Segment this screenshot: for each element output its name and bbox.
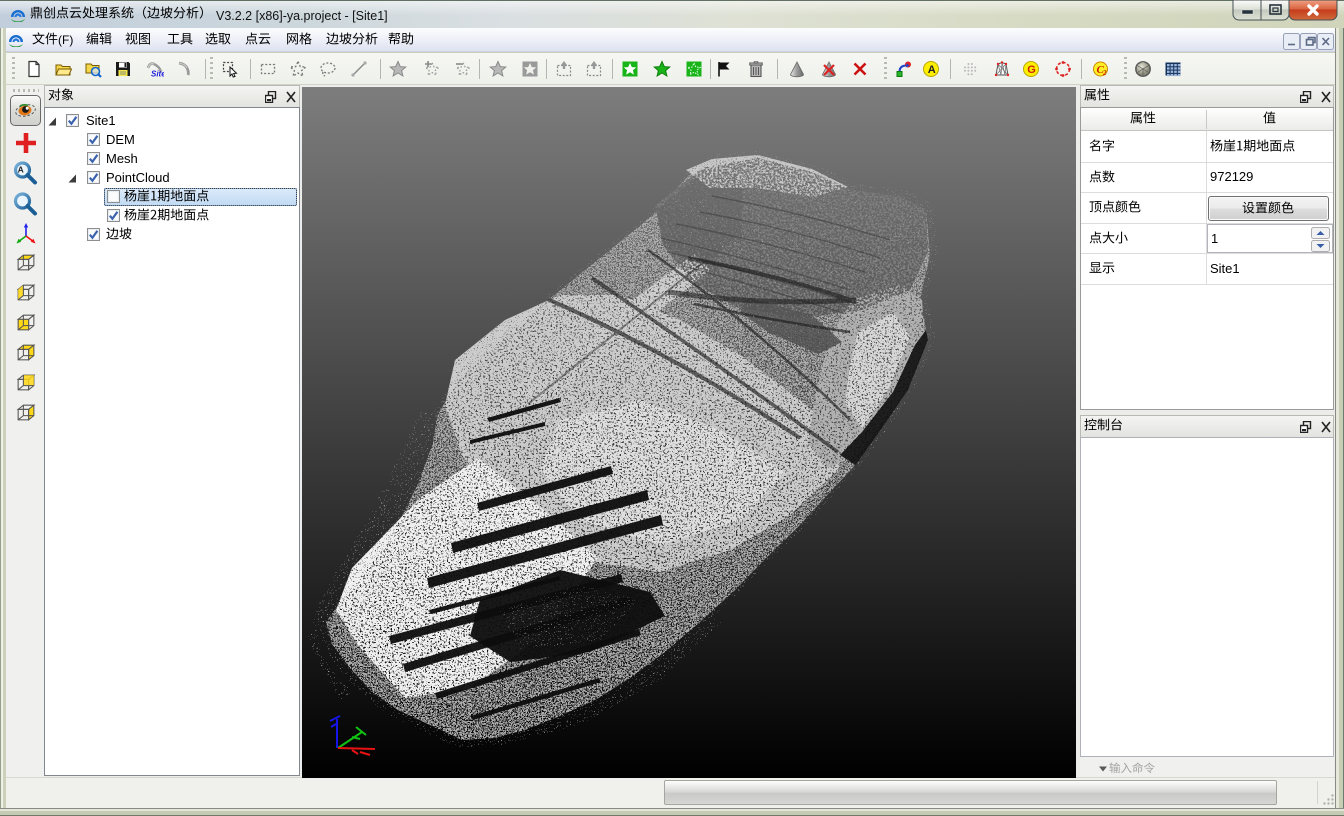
svg-text:A: A — [928, 64, 936, 76]
svg-text:2: 2 — [1102, 69, 1107, 77]
svg-text:G: G — [1027, 64, 1036, 76]
svg-text:A: A — [18, 165, 24, 175]
svg-text:Site: Site — [151, 70, 164, 79]
